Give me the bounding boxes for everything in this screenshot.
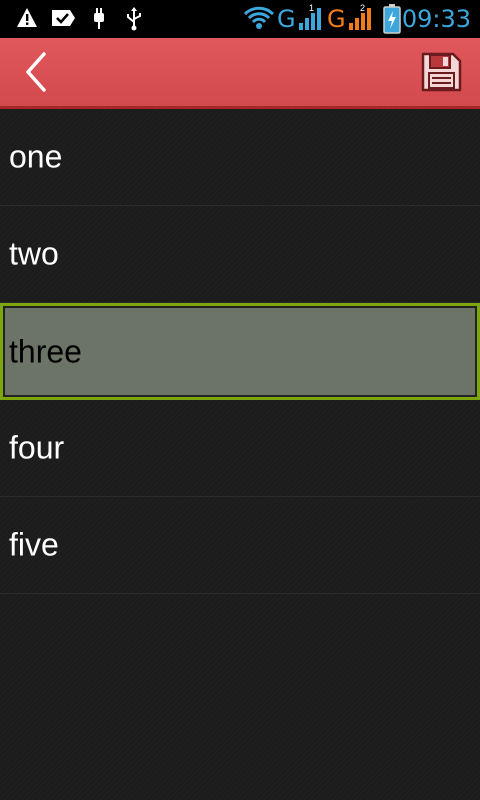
message-check-icon bbox=[50, 7, 76, 31]
list-item-two[interactable]: two bbox=[0, 206, 480, 303]
floppy-disk-icon bbox=[421, 52, 462, 92]
status-bar: G 1 G 2 09:33 bbox=[0, 0, 480, 38]
usb-plug-icon bbox=[92, 7, 106, 31]
back-button[interactable] bbox=[14, 48, 62, 96]
warning-icon bbox=[16, 7, 38, 31]
sim-2-label: 2 bbox=[360, 3, 366, 13]
list-item-one[interactable]: one bbox=[0, 109, 480, 206]
sim-1-label: 1 bbox=[309, 3, 315, 13]
usb-icon bbox=[125, 7, 143, 31]
network-type-2: G bbox=[327, 5, 346, 33]
list-item-five[interactable]: five bbox=[0, 497, 480, 594]
battery-charging-icon bbox=[383, 4, 401, 34]
list-item-label: five bbox=[9, 526, 59, 563]
list-item-label: two bbox=[9, 235, 59, 272]
wifi-icon bbox=[244, 6, 274, 30]
list-item-label: three bbox=[9, 333, 82, 369]
list-item-label: four bbox=[9, 429, 65, 466]
save-button[interactable] bbox=[420, 50, 464, 94]
network-type-1: G bbox=[277, 5, 296, 33]
list-item-three[interactable]: three bbox=[0, 303, 480, 400]
clock: 09:33 bbox=[401, 5, 471, 33]
chevron-left-icon bbox=[26, 52, 46, 92]
list-item-four[interactable]: four bbox=[0, 400, 480, 497]
screen: G 1 G 2 09:33 one two three four five bbox=[0, 0, 480, 800]
item-list: one two three four five bbox=[0, 109, 480, 594]
action-bar bbox=[0, 38, 480, 109]
list-item-label: one bbox=[9, 138, 63, 175]
